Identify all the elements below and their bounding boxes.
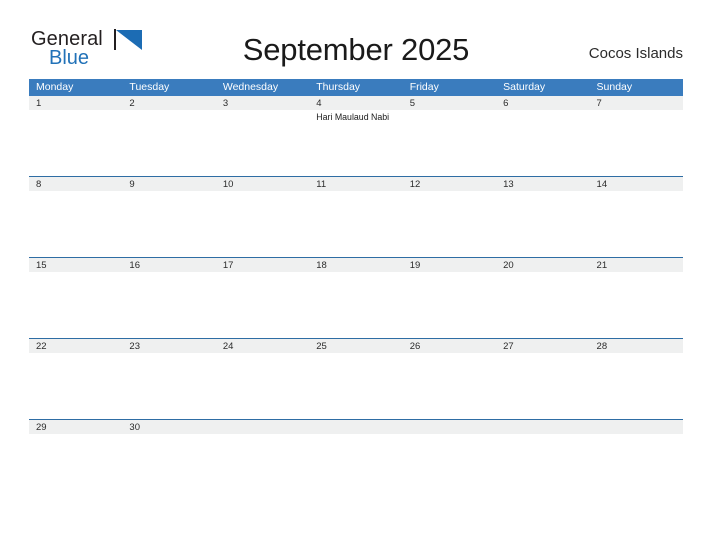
calendar-day-cell[interactable]: 16 bbox=[122, 258, 215, 338]
calendar-week-inner: 1 2 3 4 Hari Maulaud Nabi 5 6 7 bbox=[29, 96, 683, 176]
day-number: 16 bbox=[129, 260, 140, 271]
day-number: 5 bbox=[409, 98, 415, 109]
calendar-day-cell[interactable]: 15 bbox=[29, 258, 122, 338]
day-number: 30 bbox=[129, 422, 140, 433]
calendar-week-row: 8 9 10 11 12 13 14 bbox=[29, 176, 683, 257]
calendar-week-row: 15 16 17 18 19 20 21 bbox=[29, 257, 683, 338]
calendar-day-cell[interactable]: 20 bbox=[496, 258, 589, 338]
calendar-day-cell[interactable]: 23 bbox=[122, 339, 215, 419]
day-number: 2 bbox=[129, 98, 135, 109]
calendar-day-cell[interactable]: 27 bbox=[496, 339, 589, 419]
calendar-week-row: 22 23 24 25 26 27 28 bbox=[29, 338, 683, 419]
calendar-week-inner: 22 23 24 25 26 27 28 bbox=[29, 339, 683, 419]
calendar-day-cell-empty bbox=[309, 420, 402, 448]
calendar-day-cell[interactable]: 21 bbox=[590, 258, 683, 338]
calendar-week-row: 29 30 bbox=[29, 419, 683, 448]
calendar-day-cell[interactable]: 1 bbox=[29, 96, 122, 176]
day-number: 24 bbox=[222, 341, 234, 352]
calendar-day-cell[interactable]: 11 bbox=[309, 177, 402, 257]
calendar-day-cell[interactable]: 17 bbox=[216, 258, 309, 338]
calendar-day-cell[interactable]: 30 bbox=[122, 420, 215, 448]
calendar-day-cell[interactable]: 29 bbox=[29, 420, 122, 448]
day-number: 19 bbox=[409, 260, 421, 271]
calendar-day-cell[interactable]: 8 bbox=[29, 177, 122, 257]
day-number: 15 bbox=[36, 260, 47, 271]
location-label: Cocos Islands bbox=[588, 45, 683, 62]
calendar-weeks: 1 2 3 4 Hari Maulaud Nabi 5 6 7 8 9 10 11 12 13 14 15 16… bbox=[29, 96, 683, 448]
day-number: 20 bbox=[503, 260, 514, 271]
day-number: 17 bbox=[222, 260, 234, 271]
calendar-day-cell[interactable]: 7 bbox=[590, 96, 683, 176]
day-number: 11 bbox=[316, 179, 327, 190]
day-events: Hari Maulaud Nabi bbox=[316, 112, 402, 123]
day-number: 22 bbox=[36, 341, 47, 352]
day-number: 9 bbox=[129, 179, 135, 190]
calendar-day-cell[interactable]: 13 bbox=[496, 177, 589, 257]
day-number: 12 bbox=[409, 179, 421, 190]
page-header: General Blue September 2025 Cocos Island… bbox=[0, 0, 712, 78]
calendar-day-cell[interactable]: 25 bbox=[309, 339, 402, 419]
calendar-day-cell-empty bbox=[403, 420, 496, 448]
calendar-day-cell-empty bbox=[496, 420, 589, 448]
calendar-week-inner: 8 9 10 11 12 13 14 bbox=[29, 177, 683, 257]
calendar-day-cell[interactable]: 26 bbox=[403, 339, 496, 419]
weekday-header-sunday: Sunday bbox=[596, 81, 633, 93]
day-number: 27 bbox=[503, 341, 514, 352]
day-number: 18 bbox=[316, 260, 327, 271]
calendar-day-cell[interactable]: 3 bbox=[216, 96, 309, 176]
day-number: 10 bbox=[222, 179, 234, 190]
day-number: 14 bbox=[596, 179, 608, 190]
calendar-day-cell[interactable]: 24 bbox=[216, 339, 309, 419]
day-number: 29 bbox=[36, 422, 47, 433]
weekday-header-monday: Monday bbox=[36, 81, 74, 93]
day-number: 25 bbox=[316, 341, 327, 352]
calendar-day-cell[interactable]: 4 Hari Maulaud Nabi bbox=[309, 96, 402, 176]
calendar-day-cell[interactable]: 28 bbox=[590, 339, 683, 419]
day-number: 4 bbox=[316, 98, 322, 109]
weekday-header-friday: Friday bbox=[409, 81, 439, 93]
calendar-day-cell[interactable]: 19 bbox=[403, 258, 496, 338]
calendar-day-cell[interactable]: 2 bbox=[122, 96, 215, 176]
calendar-day-cell[interactable]: 18 bbox=[309, 258, 402, 338]
weekday-header-wednesday: Wednesday bbox=[222, 81, 279, 93]
day-number: 1 bbox=[36, 98, 42, 109]
holiday-event: Hari Maulaud Nabi bbox=[316, 112, 390, 122]
day-number: 26 bbox=[409, 341, 421, 352]
calendar-day-cell[interactable]: 10 bbox=[216, 177, 309, 257]
calendar-week-row: 1 2 3 4 Hari Maulaud Nabi 5 6 7 bbox=[29, 96, 683, 176]
calendar-day-cell[interactable]: 22 bbox=[29, 339, 122, 419]
day-number: 28 bbox=[596, 341, 608, 352]
calendar-week-inner: 15 16 17 18 19 20 21 bbox=[29, 258, 683, 338]
day-number: 7 bbox=[596, 98, 602, 109]
weekday-header-row: Monday Tuesday Wednesday Thursday Friday Satu… bbox=[29, 79, 683, 96]
calendar-day-cell-empty bbox=[590, 420, 683, 448]
day-number: 13 bbox=[503, 179, 514, 190]
calendar-day-cell[interactable]: 5 bbox=[403, 96, 496, 176]
day-number: 23 bbox=[129, 341, 140, 352]
day-number: 3 bbox=[222, 98, 229, 109]
calendar-day-cell-empty bbox=[216, 420, 309, 448]
day-number: 8 bbox=[36, 179, 42, 190]
calendar-page: General Blue September 2025 Cocos Island… bbox=[0, 0, 712, 550]
calendar-grid: Monday Tuesday Wednesday Thursday Friday Satu… bbox=[29, 79, 683, 448]
weekday-header-tuesday: Tuesday bbox=[129, 81, 170, 93]
calendar-day-cell[interactable]: 6 bbox=[496, 96, 589, 176]
calendar-day-cell[interactable]: 14 bbox=[590, 177, 683, 257]
calendar-week-inner: 29 30 bbox=[29, 420, 683, 448]
day-number: 6 bbox=[503, 98, 509, 109]
weekday-header-thursday: Thursday bbox=[316, 81, 361, 93]
calendar-day-cell[interactable]: 12 bbox=[403, 177, 496, 257]
weekday-header-saturday: Saturday bbox=[503, 81, 546, 93]
calendar-day-cell[interactable]: 9 bbox=[122, 177, 215, 257]
day-number: 21 bbox=[596, 260, 608, 271]
